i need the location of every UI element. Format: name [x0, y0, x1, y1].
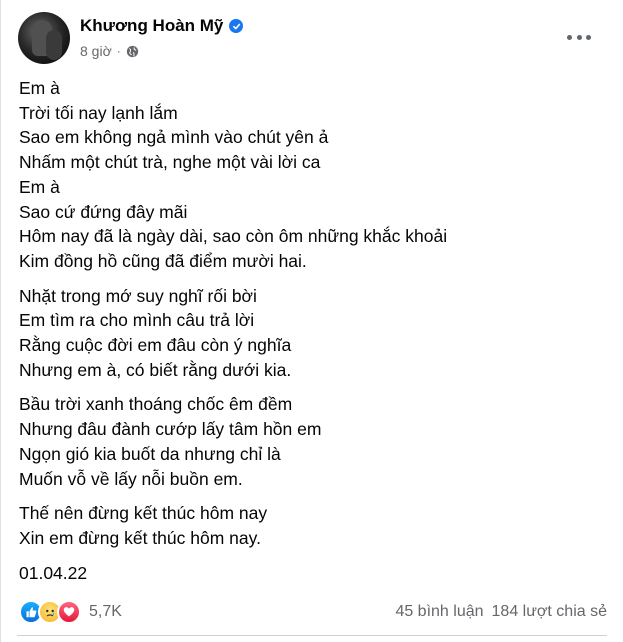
poem-line: Muốn vỗ về lấy nỗi buồn em. — [19, 468, 243, 489]
poem-line: Rằng cuộc đời em đâu còn ý nghĩa — [19, 335, 292, 356]
poem-line: Nhặt trong mớ suy nghĩ rối bời — [19, 285, 257, 306]
poem-line: Nhưng em à, có biết rằng dưới kia. — [19, 359, 292, 380]
more-options-icon[interactable] — [567, 32, 591, 42]
author-name[interactable]: Khương Hoàn Mỹ — [80, 16, 223, 36]
post-footer: 5,7K 45 bình luận 184 lượt chia sẻ — [19, 598, 607, 626]
poem-line: Nhấm một chút trà, nghe một vài lời ca — [19, 152, 321, 173]
author-row: Khương Hoàn Mỹ — [80, 16, 244, 36]
globe-icon[interactable] — [126, 45, 139, 58]
post-time[interactable]: 8 giờ — [80, 43, 112, 59]
meta-separator: · — [116, 44, 121, 58]
engagement-stats: 45 bình luận 184 lượt chia sẻ — [395, 603, 607, 621]
stanza-2: Nhặt trong mớ suy nghĩ rối bời Em tìm ra… — [19, 284, 607, 383]
post-text: Em à Trời tối nay lạnh lắm Sao em không … — [19, 76, 607, 585]
reaction-count: 5,7K — [89, 603, 122, 620]
reaction-summary[interactable]: 5,7K — [19, 600, 122, 624]
poem-line: Em tìm ra cho mình câu trả lời — [19, 310, 255, 331]
poem-line: Bầu trời xanh thoáng chốc êm đềm — [19, 394, 293, 415]
stanza-4: Thế nên đừng kết thúc hôm nay Xin em đừn… — [19, 501, 607, 550]
poem-line: Ngọn gió kia buốt da nhưng chỉ là — [19, 443, 281, 464]
poem-line: Trời tối nay lạnh lắm — [19, 102, 178, 123]
shares-count[interactable]: 184 lượt chia sẻ — [492, 603, 607, 621]
post-header: Khương Hoàn Mỹ 8 giờ · — [18, 12, 611, 64]
author-avatar[interactable] — [18, 12, 70, 64]
comments-count[interactable]: 45 bình luận — [395, 603, 483, 621]
post-date: 01.04.22 — [19, 562, 88, 583]
stanza-1: Em à Trời tối nay lạnh lắm Sao em không … — [19, 76, 607, 274]
poem-line: Sao em không ngả mình vào chút yên ả — [19, 127, 329, 148]
post-meta: 8 giờ · — [80, 43, 139, 59]
poem-line: Xin em đừng kết thúc hôm nay. — [19, 527, 261, 548]
footer-divider — [17, 635, 607, 636]
poem-line: Em à — [19, 176, 60, 197]
poem-line: Thế nên đừng kết thúc hôm nay — [19, 503, 268, 524]
poem-line: Kim đồng hồ cũng đã điểm mười hai. — [19, 250, 307, 271]
poem-line: Sao cứ đứng đây mãi — [19, 201, 188, 222]
verified-icon — [229, 19, 244, 33]
poem-line: Hôm nay đã là ngày dài, sao còn ôm những… — [19, 226, 448, 247]
post-card: Khương Hoàn Mỹ 8 giờ · Em à Trời tối nay… — [0, 0, 623, 642]
poem-line: Nhưng đâu đành cướp lấy tâm hồn em — [19, 419, 322, 440]
stanza-3: Bầu trời xanh thoáng chốc êm đềm Nhưng đ… — [19, 392, 607, 491]
love-reaction-icon — [57, 600, 81, 624]
poem-line: Em à — [19, 78, 60, 98]
